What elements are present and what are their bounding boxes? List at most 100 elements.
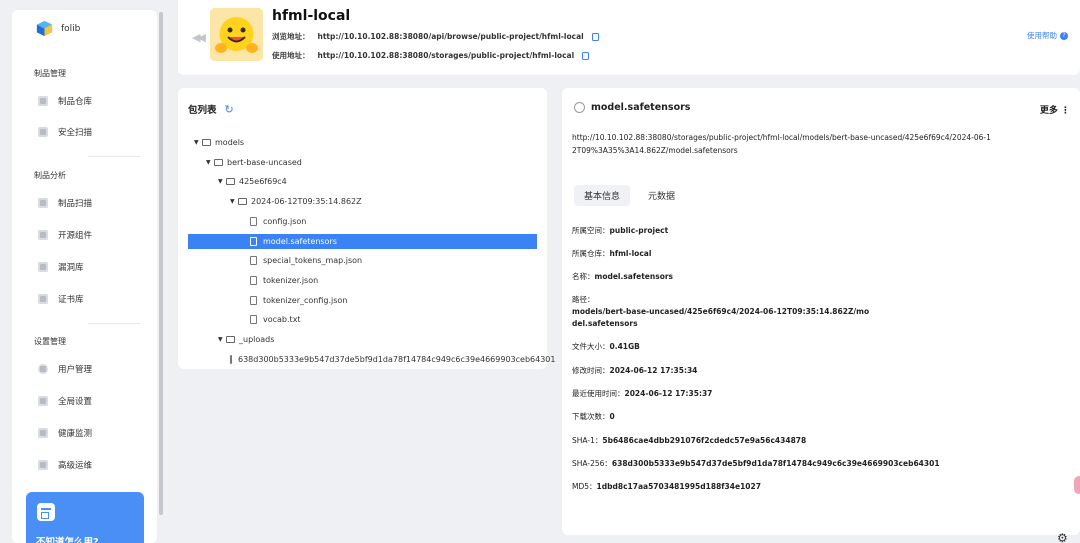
- brand-name: folib: [61, 23, 81, 34]
- nav-item-label: 证书库: [58, 295, 84, 305]
- more-label: 更多: [1039, 106, 1058, 116]
- nav-group-title: 设置管理: [34, 337, 66, 346]
- tree-folder-row[interactable]: ▼ bert-base-uncased: [188, 155, 537, 170]
- folder-icon: [226, 336, 235, 343]
- field-value: 2024-06-12 17:35:34: [609, 366, 698, 375]
- caret-down-icon[interactable]: ▼: [230, 198, 238, 205]
- nav-item-advanced-ops[interactable]: 高级运维: [38, 459, 92, 471]
- caret-down-icon[interactable]: ▼: [194, 139, 202, 146]
- field-key: 路径：: [572, 295, 595, 304]
- field-path: 路径： models/bert-base-uncased/425e6f69c4/…: [572, 294, 869, 330]
- nav-item-artifact-repo[interactable]: 制品仓库: [38, 95, 92, 107]
- gear-icon[interactable]: ⚙: [1057, 531, 1068, 543]
- tree-file-row[interactable]: tokenizer_config.json: [188, 293, 537, 308]
- field-repo: 所属仓库：hfml-local: [572, 248, 651, 260]
- tree-row-label: special_tokens_map.json: [263, 256, 363, 266]
- tree-row-label: _uploads: [239, 335, 275, 344]
- tree-file-row[interactable]: special_tokens_map.json: [188, 253, 537, 268]
- tree-file-row[interactable]: tokenizer.json: [188, 273, 537, 288]
- panel-title: 包列表 ↻: [188, 102, 234, 117]
- tree-file-row[interactable]: model.safetensors: [188, 233, 537, 249]
- nav-item-label: 高级运维: [58, 461, 93, 471]
- more-button[interactable]: 更多 ⋮: [1040, 103, 1070, 116]
- tree-folder-row[interactable]: ▼ models: [188, 135, 537, 150]
- nav-group-title: 制品管理: [34, 69, 66, 78]
- tab-basic-info[interactable]: 基本信息: [574, 185, 631, 206]
- tree-folder-row[interactable]: ▼ 2024-06-12T09:35:14.862Z: [188, 194, 537, 209]
- field-value: 1dbd8c17aa5703481995d188f34e1027: [596, 482, 761, 491]
- help-card[interactable]: 不知道怎么用?: [26, 492, 144, 543]
- hugging-face-icon: [574, 102, 585, 113]
- floating-tab[interactable]: [1074, 476, 1080, 494]
- usage-url-label: 使用地址：: [272, 51, 310, 60]
- help-link[interactable]: 使用帮助 ?: [1027, 30, 1068, 41]
- nav-item-license-db[interactable]: 证书库: [38, 293, 84, 305]
- tree-row-label: vocab.txt: [263, 315, 301, 325]
- tree-row-label: tokenizer_config.json: [263, 295, 348, 305]
- nav-item-users[interactable]: 用户管理: [38, 363, 92, 375]
- field-value: 2024-06-12 17:35:37: [624, 389, 713, 398]
- file-icon: [230, 354, 232, 364]
- tree-row-label: models: [215, 138, 245, 147]
- folder-icon: [202, 139, 211, 146]
- nav-item-label: 漏洞库: [58, 263, 84, 273]
- caret-down-icon[interactable]: ▼: [218, 178, 226, 185]
- field-sha1: SHA-1：5b6486cae4dbb291076f2cdedc57e9a56c…: [572, 435, 806, 447]
- nav-item-label: 全局设置: [58, 397, 93, 407]
- file-detail-panel: model.safetensors 更多 ⋮ http://10.10.102.…: [562, 88, 1080, 535]
- field-modified: 修改时间：2024-06-12 17:35:34: [572, 365, 697, 377]
- field-value: hfml-local: [609, 249, 652, 258]
- nav-item-security-scan[interactable]: 安全扫描: [38, 126, 92, 138]
- nav-item-label: 开源组件: [58, 231, 93, 241]
- tree-folder-row[interactable]: ▼ _uploads: [188, 332, 537, 347]
- nav-item-open-source[interactable]: 开源组件: [38, 229, 92, 241]
- field-sha256: SHA-256：638d300b5333e9b547d37de5bf9d1da7…: [572, 458, 940, 470]
- tree-folder-row[interactable]: ▼ 425e6f69c4: [188, 174, 537, 189]
- tree-file-row[interactable]: 638d300b5333e9b547d37de5bf9d1da78f14784c…: [188, 352, 555, 367]
- tab-metadata[interactable]: 元数据: [638, 185, 685, 206]
- help-link-label: 使用帮助: [1027, 31, 1057, 40]
- help-card-text: 不知道怎么用?: [36, 537, 99, 543]
- usage-url[interactable]: http://10.10.102.88:38080/storages/publi…: [318, 51, 575, 60]
- nav-item-label: 健康监测: [58, 429, 93, 439]
- nav-item-vuln-db[interactable]: 漏洞库: [38, 261, 84, 273]
- brand[interactable]: folib: [36, 20, 80, 37]
- detail-title: model.safetensors: [591, 102, 691, 113]
- field-name: 名称：model.safetensors: [572, 271, 673, 283]
- field-value: 638d300b5333e9b547d37de5bf9d1da78f14784c…: [611, 459, 940, 468]
- repo-title: hfml-local: [272, 8, 351, 24]
- field-key: 所属空间：: [572, 226, 610, 235]
- bug-icon: [38, 262, 48, 272]
- nav-item-label: 用户管理: [58, 365, 93, 375]
- folib-logo-icon: [36, 20, 53, 37]
- nav-item-health[interactable]: 健康监测: [38, 427, 92, 439]
- browse-url-row: 浏览地址： http://10.10.102.88:38080/api/brow…: [272, 31, 599, 42]
- file-icon: [250, 216, 257, 226]
- field-key: 所属仓库：: [572, 249, 610, 258]
- wrench-icon: [38, 396, 48, 406]
- field-value: public-project: [609, 226, 669, 235]
- folder-icon: [238, 198, 247, 206]
- nav-item-label: 安全扫描: [58, 128, 93, 138]
- refresh-icon[interactable]: ↻: [225, 103, 234, 116]
- monitor-icon: [38, 428, 48, 438]
- folder-icon: [226, 178, 235, 186]
- nav-item-global-settings[interactable]: 全局设置: [38, 395, 92, 407]
- copy-icon[interactable]: [591, 32, 599, 41]
- sidebar-scrollbar[interactable]: [159, 12, 163, 515]
- tree-file-row[interactable]: config.json: [188, 214, 537, 229]
- browse-url[interactable]: http://10.10.102.88:38080/api/browse/pub…: [318, 32, 584, 41]
- back-icon[interactable]: ◀◀: [192, 31, 206, 44]
- divider: [88, 156, 140, 157]
- copy-icon[interactable]: [582, 51, 590, 60]
- nav-item-artifact-scan[interactable]: 制品扫描: [38, 197, 92, 209]
- tree-file-row[interactable]: vocab.txt: [188, 312, 537, 327]
- caret-down-icon[interactable]: ▼: [218, 336, 226, 343]
- field-key: SHA-1：: [572, 436, 603, 445]
- panel-title-text: 包列表: [188, 105, 217, 116]
- nav-group-title: 制品分析: [34, 171, 66, 180]
- mail-icon: [38, 127, 48, 137]
- repo-avatar: [210, 8, 263, 61]
- field-value: model.safetensors: [594, 272, 674, 281]
- caret-down-icon[interactable]: ▼: [206, 159, 214, 166]
